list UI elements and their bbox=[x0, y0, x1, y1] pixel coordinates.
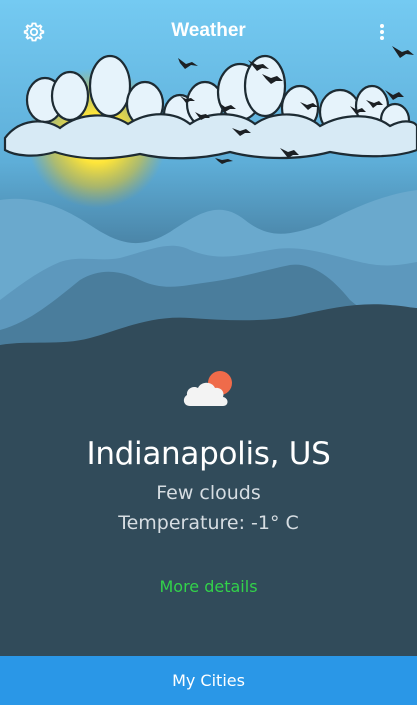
content-panel-shape bbox=[0, 304, 417, 705]
city-name: Indianapolis, US bbox=[86, 436, 331, 472]
my-cities-button[interactable]: My Cities bbox=[0, 656, 417, 705]
more-details-link[interactable]: More details bbox=[0, 577, 417, 596]
weather-description: Few clouds bbox=[156, 482, 261, 504]
temperature: Temperature: -1° C bbox=[118, 512, 299, 534]
more-vertical-icon bbox=[380, 24, 384, 40]
overflow-menu-button[interactable] bbox=[367, 18, 397, 48]
weather-background-illustration bbox=[0, 0, 417, 705]
cloud-with-sun-icon bbox=[183, 371, 232, 406]
app-title: Weather bbox=[171, 20, 246, 41]
app-bar: Weather bbox=[0, 0, 417, 64]
